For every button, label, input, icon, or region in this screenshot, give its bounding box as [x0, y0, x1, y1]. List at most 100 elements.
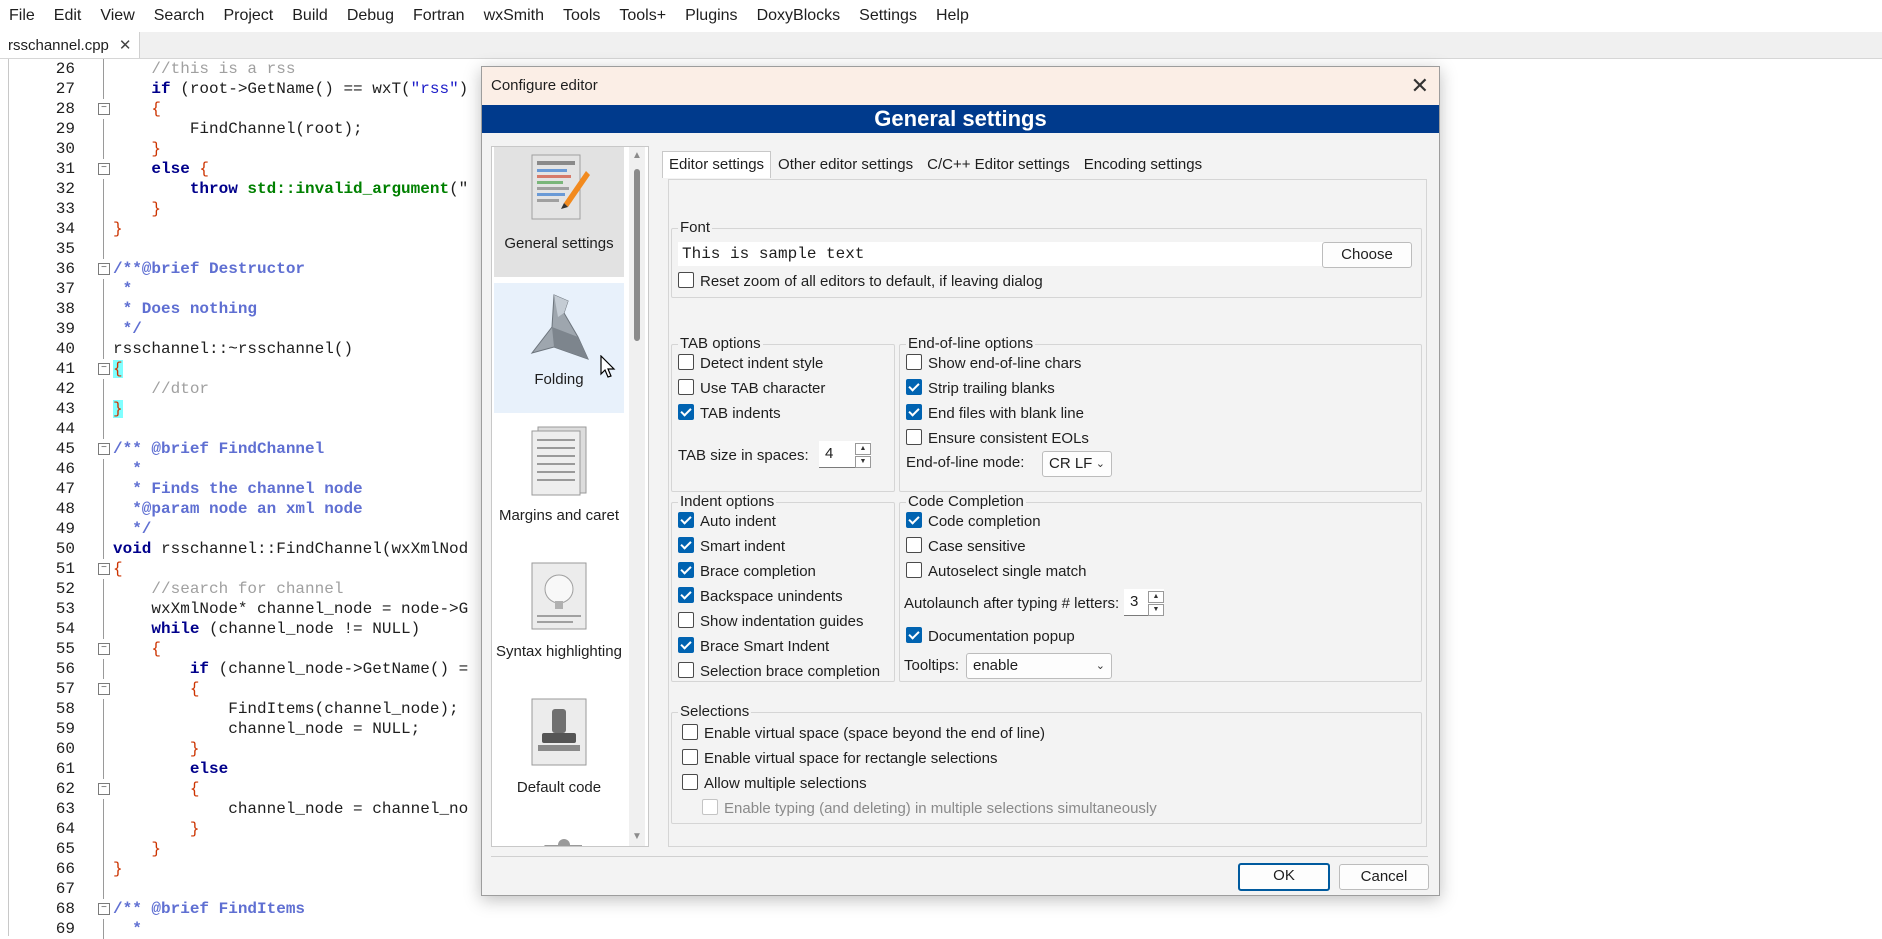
fold-toggle-icon[interactable]: −: [96, 439, 110, 459]
option-show-end-of-line-chars[interactable]: Show end-of-line chars: [906, 354, 1081, 374]
option-enable-virtual-space-space-beyond-the-end-of-line[interactable]: Enable virtual space (space beyond the e…: [682, 724, 1045, 744]
checkbox[interactable]: [678, 354, 694, 370]
spin-down-icon[interactable]: ▼: [855, 456, 871, 468]
documentation-popup-option[interactable]: Documentation popup: [906, 627, 1075, 647]
option-auto-indent[interactable]: Auto indent: [678, 512, 776, 532]
checkbox[interactable]: [678, 587, 694, 603]
fold-toggle-icon[interactable]: −: [96, 899, 110, 919]
code-line[interactable]: 68 −/** @brief FindItems: [0, 899, 1882, 919]
fold-toggle-icon[interactable]: −: [96, 359, 110, 379]
tab-cpp-editor-settings[interactable]: C/C++ Editor settings: [920, 151, 1077, 178]
menu-edit[interactable]: Edit: [45, 0, 92, 32]
option-smart-indent[interactable]: Smart indent: [678, 537, 785, 557]
checkbox[interactable]: [678, 612, 694, 628]
ok-button[interactable]: OK: [1238, 863, 1330, 891]
menu-tools[interactable]: Tools: [554, 0, 610, 32]
autolaunch-spinner[interactable]: 3 ▲ ▼: [1124, 589, 1164, 616]
option-use-tab-character[interactable]: Use TAB character: [678, 379, 825, 399]
menu-search[interactable]: Search: [145, 0, 215, 32]
scrollbar-thumb[interactable]: [634, 169, 640, 341]
cancel-button[interactable]: Cancel: [1339, 864, 1429, 890]
fold-toggle-icon[interactable]: −: [96, 99, 110, 119]
spin-up-icon[interactable]: ▲: [1148, 591, 1164, 603]
checkbox[interactable]: [906, 562, 922, 578]
category-syntax-highlighting[interactable]: Syntax highlighting: [494, 555, 624, 685]
tab-editor-settings[interactable]: Editor settings: [662, 151, 772, 178]
eol-mode-select[interactable]: CR LF ⌄: [1042, 451, 1112, 477]
menu-toolsplus[interactable]: Tools+: [610, 0, 676, 32]
close-icon[interactable]: ✕: [119, 36, 132, 54]
choose-font-button[interactable]: Choose: [1322, 242, 1412, 268]
fold-toggle-icon[interactable]: −: [96, 559, 110, 579]
option-detect-indent-style[interactable]: Detect indent style: [678, 354, 823, 374]
spin-up-icon[interactable]: ▲: [855, 443, 871, 455]
checkbox[interactable]: [682, 724, 698, 740]
checkbox[interactable]: [906, 512, 922, 528]
menu-project[interactable]: Project: [214, 0, 283, 32]
checkbox[interactable]: [906, 404, 922, 420]
checkbox[interactable]: [678, 404, 694, 420]
checkbox[interactable]: [678, 562, 694, 578]
menu-build[interactable]: Build: [283, 0, 338, 32]
code-line[interactable]: 69 *: [0, 919, 1882, 939]
checkbox[interactable]: [678, 662, 694, 678]
category-margins-and-caret[interactable]: Margins and caret: [494, 419, 624, 549]
category-next[interactable]: [494, 827, 624, 846]
checkbox[interactable]: [678, 537, 694, 553]
checkbox[interactable]: [906, 354, 922, 370]
checkbox[interactable]: [906, 537, 922, 553]
option-end-files-with-blank-line[interactable]: End files with blank line: [906, 404, 1084, 424]
category-folding[interactable]: Folding: [494, 283, 624, 413]
scroll-up-icon[interactable]: ▲: [631, 150, 643, 161]
fold-toggle-icon[interactable]: −: [96, 259, 110, 279]
option-brace-completion[interactable]: Brace completion: [678, 562, 816, 582]
checkbox[interactable]: [682, 749, 698, 765]
checkbox[interactable]: [906, 379, 922, 395]
spin-down-icon[interactable]: ▼: [1148, 604, 1164, 616]
option-show-indentation-guides[interactable]: Show indentation guides: [678, 612, 863, 632]
close-icon[interactable]: ✕: [1411, 73, 1429, 99]
option-enable-virtual-space-for-rectangle-selections[interactable]: Enable virtual space for rectangle selec…: [682, 749, 998, 769]
menu-doxyblocks[interactable]: DoxyBlocks: [748, 0, 851, 32]
fold-toggle-icon[interactable]: −: [96, 159, 110, 179]
reset-zoom-checkbox[interactable]: [678, 272, 694, 288]
checkbox[interactable]: [682, 774, 698, 790]
option-case-sensitive[interactable]: Case sensitive: [906, 537, 1026, 557]
option-autoselect-single-match[interactable]: Autoselect single match: [906, 562, 1086, 582]
option-code-completion[interactable]: Code completion: [906, 512, 1041, 532]
menu-view[interactable]: View: [91, 0, 144, 32]
fold-toggle-icon[interactable]: −: [96, 779, 110, 799]
category-default-code[interactable]: Default code: [494, 691, 624, 821]
menu-plugins[interactable]: Plugins: [676, 0, 747, 32]
option-backspace-unindents[interactable]: Backspace unindents: [678, 587, 843, 607]
category-general-settings[interactable]: General settings: [494, 147, 624, 277]
reset-zoom-option[interactable]: Reset zoom of all editors to default, if…: [678, 272, 1043, 292]
file-tab[interactable]: rsschannel.cpp ✕: [0, 32, 141, 58]
menu-file[interactable]: File: [0, 0, 45, 32]
tab-other-editor-settings[interactable]: Other editor settings: [771, 151, 920, 178]
option-tab-indents[interactable]: TAB indents: [678, 404, 781, 424]
option-brace-smart-indent[interactable]: Brace Smart Indent: [678, 637, 829, 657]
option-strip-trailing-blanks[interactable]: Strip trailing blanks: [906, 379, 1055, 399]
checkbox[interactable]: [678, 512, 694, 528]
tab-encoding-settings[interactable]: Encoding settings: [1077, 151, 1209, 178]
scroll-down-icon[interactable]: ▼: [631, 831, 643, 842]
documentation-popup-checkbox[interactable]: [906, 627, 922, 643]
checkbox[interactable]: [678, 379, 694, 395]
checkbox[interactable]: [678, 637, 694, 653]
menu-help[interactable]: Help: [927, 0, 979, 32]
sidebar-scrollbar[interactable]: ▲ ▼: [629, 147, 645, 846]
menu-wxsmith[interactable]: wxSmith: [475, 0, 554, 32]
fold-toggle-icon[interactable]: −: [96, 639, 110, 659]
fold-toggle-icon[interactable]: −: [96, 679, 110, 699]
option-allow-multiple-selections[interactable]: Allow multiple selections: [682, 774, 867, 794]
menu-debug[interactable]: Debug: [338, 0, 404, 32]
checkbox[interactable]: [906, 429, 922, 445]
settings-category-list[interactable]: General settings Folding Margins and car…: [491, 146, 649, 847]
option-ensure-consistent-eols[interactable]: Ensure consistent EOLs: [906, 429, 1089, 449]
option-selection-brace-completion[interactable]: Selection brace completion: [678, 662, 880, 682]
menu-fortran[interactable]: Fortran: [404, 0, 475, 32]
menu-settings[interactable]: Settings: [850, 0, 927, 32]
tab-size-spinner[interactable]: 4 ▲ ▼: [819, 441, 871, 468]
tooltips-select[interactable]: enable ⌄: [966, 653, 1112, 679]
